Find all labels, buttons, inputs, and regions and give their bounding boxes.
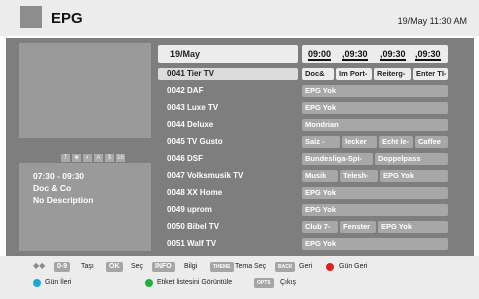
channel-label: 0051 Walf TV [167,239,217,248]
channel-row[interactable]: 0051 Walf TV [158,238,298,250]
program-title: Doc & Co [33,183,72,193]
program-cell[interactable]: Bundesliga-Spi- [302,153,373,165]
program-cell[interactable]: Reiterg- [374,68,411,80]
time-slot: ,09:30 [380,49,406,61]
program-cell[interactable]: Doppelpass [375,153,448,165]
scrambled-icon: $ [105,154,114,162]
program-cell[interactable]: Club 7- [302,221,338,233]
channel-label: 0041 Tier TV [167,69,214,78]
channel-label: 0049 uprom [167,205,212,214]
program-cell[interactable]: Fenster [340,221,376,233]
teletext-icon: T [61,154,70,162]
program-cell[interactable]: Caffee [415,136,448,148]
blue-label: Gün İleri [45,279,72,286]
channel-row-selected[interactable]: 0041 Tier TV [158,68,298,80]
channel-row[interactable]: 0050 Bibel TV [158,221,298,233]
channel-row[interactable]: 0048 XX Home [158,187,298,199]
program-cell[interactable]: EPG Yok [302,187,448,199]
red-label: Gün Geri [339,263,368,270]
video-preview [19,43,151,138]
program-cell[interactable]: Enter TI- [413,68,448,80]
red-button-icon [326,263,334,271]
audio-description-icon: A [94,154,103,162]
time-slot: ,09:30 [415,49,441,61]
channel-label: 0044 Deluxe [167,120,214,129]
channel-row[interactable]: 0047 Volksmusik TV [158,170,298,182]
program-cell[interactable]: EPG Yok [302,204,448,216]
program-attribute-icons: T ■ ◐ A $ 16 [61,154,125,162]
program-cell[interactable]: Echt le- [379,136,413,148]
channel-row[interactable]: 0042 DAF [158,85,298,97]
program-time: 07:30 - 09:30 [33,171,85,181]
arrows-icon: ◆◆ [33,261,46,270]
top-bar: EPG 19/May 11:30 AM [0,0,479,36]
green-label: Etiket listesini Görüntüle [157,279,233,286]
ok-key: OK [106,262,123,272]
guide-date-header: 19/May [158,45,298,63]
select-label: Seç [131,263,144,270]
info-key: INFO [152,262,175,272]
time-slots-header: 09:00 ,09:30 ,09:30 ,09:30 [302,45,448,63]
theme-label: Tema Seç [235,263,267,270]
blue-button-icon [33,279,41,287]
channel-row[interactable]: 0046 DSF [158,153,298,165]
program-cell[interactable]: EPG Yok [380,170,448,182]
channel-label: 0043 Luxe TV [167,103,219,112]
time-slot: ,09:30 [342,49,368,61]
theme-key: THEME [210,262,234,272]
program-cell[interactable]: Saiz - [302,136,340,148]
program-cell[interactable]: EPG Yok [302,238,448,250]
program-cell[interactable]: Telesh- [340,170,378,182]
green-button-icon [145,279,153,287]
program-info-box: 07:30 - 09:30 Doc & Co No Description [19,163,151,251]
move-label: Taşı [81,263,94,270]
hd-icon: ◐ [83,154,92,162]
back-label: Geri [299,263,313,270]
channel-row[interactable]: 0044 Deluxe [158,119,298,131]
epg-panel: T ■ ◐ A $ 16 07:30 - 09:30 Doc & Co No D… [6,38,474,256]
info-label: Bilgi [184,263,198,270]
back-key: BACK [275,262,296,272]
program-cell[interactable]: EPG Yok [302,85,448,97]
program-cell[interactable]: EPG Yok [378,221,448,233]
age-rating-icon: 16 [116,154,125,162]
number-key: 0-9 [54,262,71,272]
channel-label: 0046 DSF [167,154,204,163]
channel-row[interactable]: 0045 TV Gusto [158,136,298,148]
program-cell[interactable]: Mondrian [302,119,448,131]
channel-label: 0047 Volksmusik TV [167,171,244,180]
app-logo [20,6,42,28]
channel-row[interactable]: 0043 Luxe TV [158,102,298,114]
channel-row[interactable]: 0049 uprom [158,204,298,216]
program-cell[interactable]: Musik [302,170,338,182]
program-cell[interactable]: lecker [342,136,377,148]
channel-label: 0048 XX Home [167,188,223,197]
opts-key: OPTS [254,278,274,288]
channel-label: 0045 TV Gusto [167,137,223,146]
channel-label: 0050 Bibel TV [167,222,220,231]
time-slot: 09:00 [308,49,332,61]
channel-label: 0042 DAF [167,86,204,95]
program-description: No Description [33,195,94,205]
guide-date: 19/May [170,49,201,59]
page-title: EPG [51,10,83,27]
program-cell[interactable]: Im Port- [336,68,372,80]
exit-label: Çıkış [280,279,296,286]
subtitle-icon: ■ [72,154,81,162]
program-cell[interactable]: EPG Yok [302,102,448,114]
footer-legend: ◆◆ 0-9 Taşı OK Seç INFO Bilgi THEME Tema… [0,256,479,299]
clock: 19/May 11:30 AM [397,16,467,26]
program-cell[interactable]: Doc& [302,68,334,80]
